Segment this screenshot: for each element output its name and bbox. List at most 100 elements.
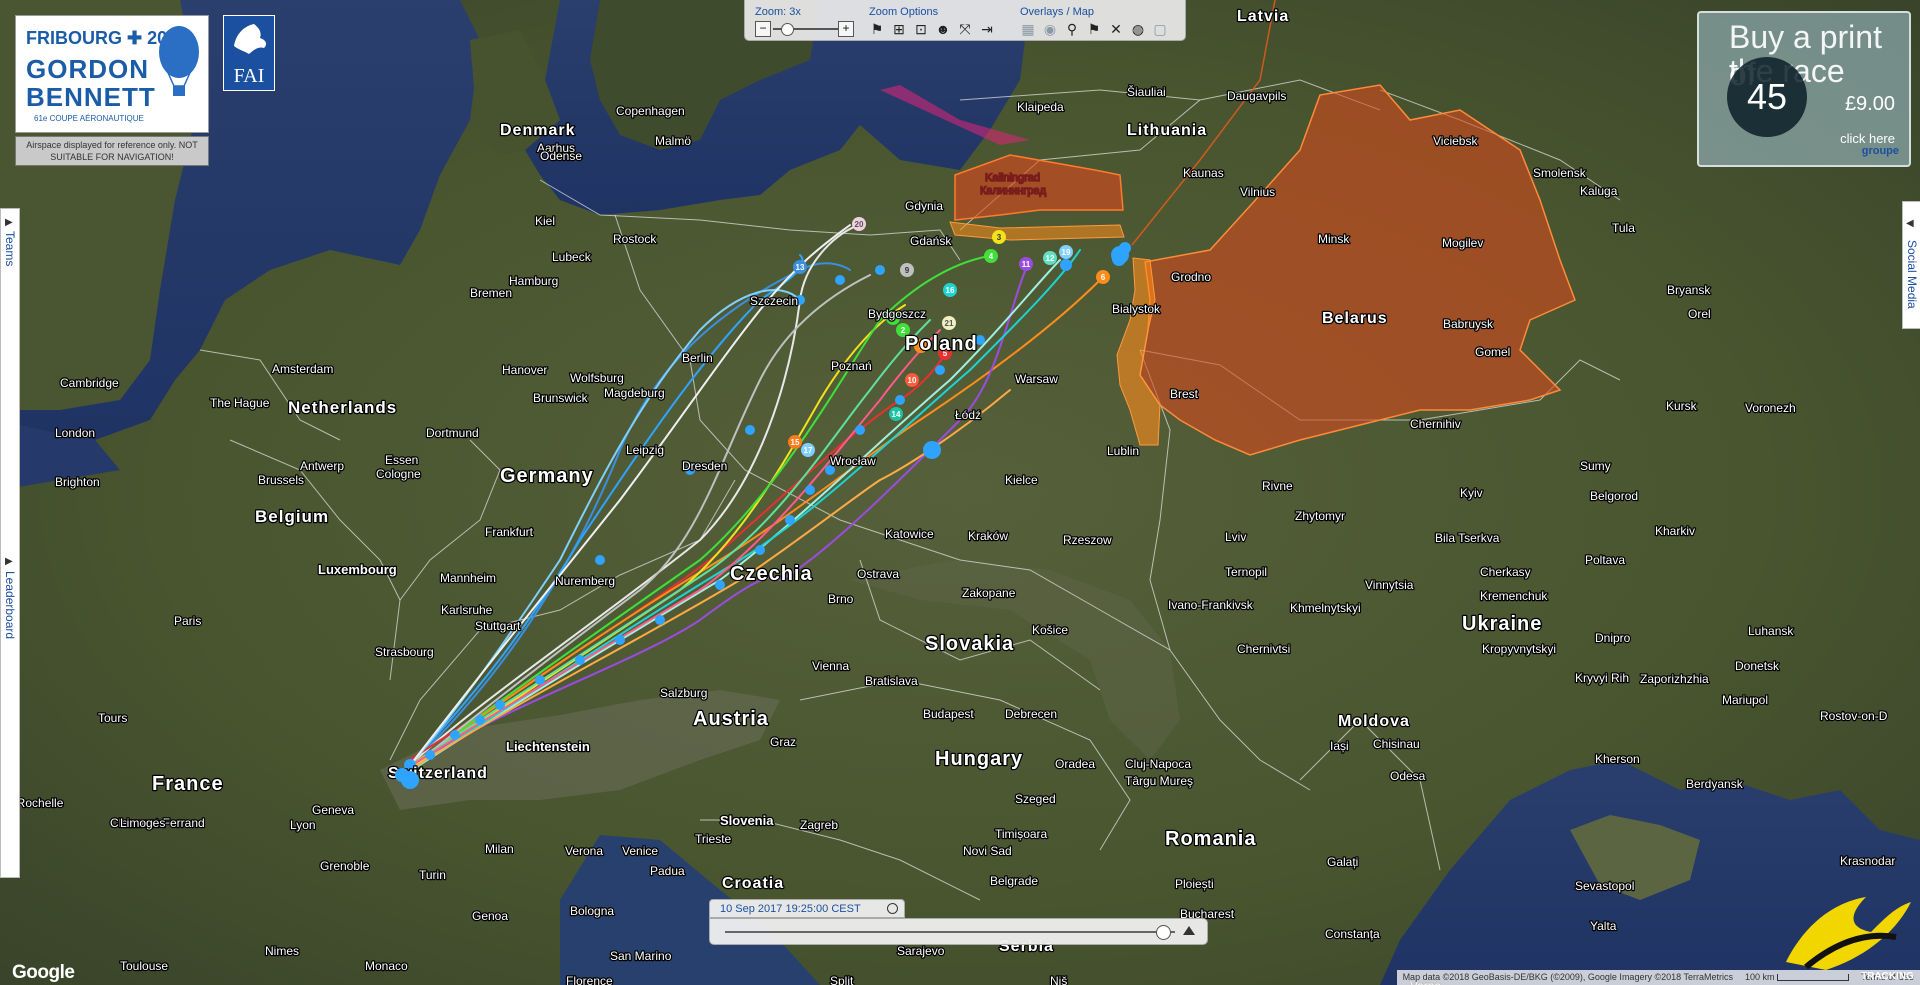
svg-text:Florence: Florence xyxy=(566,974,613,985)
flag-icon[interactable]: ⚑ xyxy=(869,21,885,37)
country-label: Ukraine xyxy=(1462,613,1542,635)
svg-text:Copenhagen: Copenhagen xyxy=(616,104,685,118)
svg-text:10: 10 xyxy=(908,376,917,385)
globe-icon[interactable]: ◍ xyxy=(1130,21,1146,37)
timeline-knob[interactable] xyxy=(1155,925,1171,940)
country-label: Romania xyxy=(1165,828,1256,850)
zoom-slider-knob[interactable] xyxy=(781,23,794,36)
tracking-text: TRACKING xyxy=(1861,971,1914,982)
svg-text:Mannheim: Mannheim xyxy=(440,571,496,585)
svg-text:Limoges: Limoges xyxy=(120,816,165,830)
ad-brand: groupe xyxy=(1861,145,1899,157)
balloon-pin-16: 16 xyxy=(943,283,957,297)
svg-text:Geneva: Geneva xyxy=(312,803,354,817)
svg-text:The Hague: The Hague xyxy=(210,396,270,410)
grid-icon[interactable]: ▦ xyxy=(1020,21,1036,37)
logo-line-2: BENNETT xyxy=(26,82,156,112)
center-icon[interactable]: ⊡ xyxy=(913,21,929,37)
svg-text:Zagreb: Zagreb xyxy=(800,818,838,832)
tab-leaderboard[interactable]: Leaderboard xyxy=(3,571,17,639)
timeline-track[interactable] xyxy=(725,931,1175,933)
wind-icon[interactable]: ⚲ xyxy=(1064,21,1080,37)
svg-text:15: 15 xyxy=(791,438,800,447)
timeline-slider[interactable] xyxy=(709,918,1208,945)
svg-text:Dortmund: Dortmund xyxy=(426,426,479,440)
svg-text:12: 12 xyxy=(1046,254,1055,263)
svg-text:Sarajevo: Sarajevo xyxy=(897,944,945,958)
svg-text:Szeged: Szeged xyxy=(1015,792,1056,806)
teams-expand-icon[interactable]: ▶ xyxy=(5,217,13,228)
svg-text:Frankfurt: Frankfurt xyxy=(485,525,534,539)
svg-text:Viciebsk: Viciebsk xyxy=(1433,134,1478,148)
svg-text:Babruysk: Babruysk xyxy=(1443,317,1494,331)
country-label: Czechia xyxy=(730,563,813,585)
svg-text:Kaluga: Kaluga xyxy=(1580,184,1618,198)
svg-text:Zaporizhzhia: Zaporizhzhia xyxy=(1640,672,1709,686)
svg-text:Vilnius: Vilnius xyxy=(1240,185,1275,199)
svg-text:9: 9 xyxy=(905,266,910,275)
balloon-pin-15: 15 xyxy=(788,435,802,449)
zoom-label: Zoom: 3x xyxy=(755,6,801,18)
clock-icon[interactable] xyxy=(887,903,898,914)
svg-text:Warsaw: Warsaw xyxy=(1015,372,1058,386)
svg-text:Klaipeda: Klaipeda xyxy=(1017,100,1064,114)
svg-text:Kraków: Kraków xyxy=(968,529,1008,543)
group-icon[interactable]: ☻ xyxy=(935,21,951,37)
fai-logo: FAI xyxy=(223,15,275,91)
map-controls-bar: Zoom: 3x − + Zoom Options ⚑ ⊞ ⊡ ☻ ⤧ ⇥ Ov… xyxy=(744,0,1186,41)
svg-text:Tours: Tours xyxy=(98,711,127,725)
svg-text:Lviv: Lviv xyxy=(1225,530,1246,544)
map-canvas[interactable]: 1 2 3 4 5 6 8 9 10 11 12 13 14 15 16 17 … xyxy=(0,0,1920,985)
svg-text:Donetsk: Donetsk xyxy=(1735,659,1780,673)
svg-text:Leipzig: Leipzig xyxy=(626,443,664,457)
svg-text:Monaco: Monaco xyxy=(365,959,408,973)
svg-text:Vienna: Vienna xyxy=(812,659,849,673)
svg-text:Mariupol: Mariupol xyxy=(1722,693,1768,707)
tab-social-media[interactable]: Social Media xyxy=(1905,240,1919,309)
svg-text:11: 11 xyxy=(1022,260,1031,269)
svg-text:Niš: Niš xyxy=(1050,974,1067,985)
svg-text:Budapest: Budapest xyxy=(923,707,974,721)
blank-icon[interactable]: ▢ xyxy=(1152,21,1168,37)
svg-text:Brunswick: Brunswick xyxy=(533,391,589,405)
country-label: Poland xyxy=(905,333,978,355)
balloon-pin-11: 11 xyxy=(1019,257,1033,271)
svg-text:Berlin: Berlin xyxy=(682,351,713,365)
svg-text:Sevastopol: Sevastopol xyxy=(1575,879,1634,893)
zoom-out-button[interactable]: − xyxy=(755,21,771,37)
exit-icon[interactable]: ⇥ xyxy=(979,21,995,37)
terrain-icon[interactable]: ◉ xyxy=(1042,21,1058,37)
zoom-in-button[interactable]: + xyxy=(838,21,854,37)
svg-text:Turin: Turin xyxy=(419,868,446,882)
ad-link[interactable]: click here xyxy=(1840,131,1895,146)
svg-text:Ternopil: Ternopil xyxy=(1225,565,1267,579)
logo-subtitle: 61e COUPE AÉRONAUTIQUE xyxy=(34,114,144,123)
zoom-in-icon[interactable]: ⊞ xyxy=(891,21,907,37)
flight-path-icon[interactable]: ⚑ xyxy=(1086,21,1102,37)
svg-text:San Marino: San Marino xyxy=(610,949,672,963)
tab-teams[interactable]: Teams xyxy=(3,231,17,266)
play-icon[interactable] xyxy=(1183,926,1195,935)
svg-text:6: 6 xyxy=(1101,273,1106,282)
svg-text:4: 4 xyxy=(989,252,994,261)
svg-text:Poltava: Poltava xyxy=(1585,553,1625,567)
svg-text:Padua: Padua xyxy=(650,864,685,878)
shuffle-icon[interactable]: ✕ xyxy=(1108,21,1124,37)
svg-text:Split: Split xyxy=(830,974,854,985)
social-expand-icon[interactable]: ◀ xyxy=(1906,218,1914,229)
svg-text:Cherkasy: Cherkasy xyxy=(1480,565,1531,579)
svg-text:Graz: Graz xyxy=(770,735,796,749)
country-label: Liechtenstein xyxy=(506,739,590,754)
country-label: Austria xyxy=(693,708,769,730)
svg-text:Stuttgart: Stuttgart xyxy=(475,619,521,633)
leaderboard-expand-icon[interactable]: ▶ xyxy=(5,556,13,567)
country-label: Moldova xyxy=(1338,713,1410,730)
svg-text:Essen: Essen xyxy=(385,453,418,467)
svg-text:Rostov-on-D: Rostov-on-D xyxy=(1820,709,1888,723)
svg-text:Orel: Orel xyxy=(1688,307,1711,321)
svg-text:Tula: Tula xyxy=(1612,221,1635,235)
fullscreen-icon[interactable]: ⤧ xyxy=(957,21,973,37)
svg-text:Luhansk: Luhansk xyxy=(1748,624,1794,638)
svg-text:Dresden: Dresden xyxy=(682,459,727,473)
print-ad[interactable]: Buy a print of the race 45 £9.00 click h… xyxy=(1697,11,1911,167)
